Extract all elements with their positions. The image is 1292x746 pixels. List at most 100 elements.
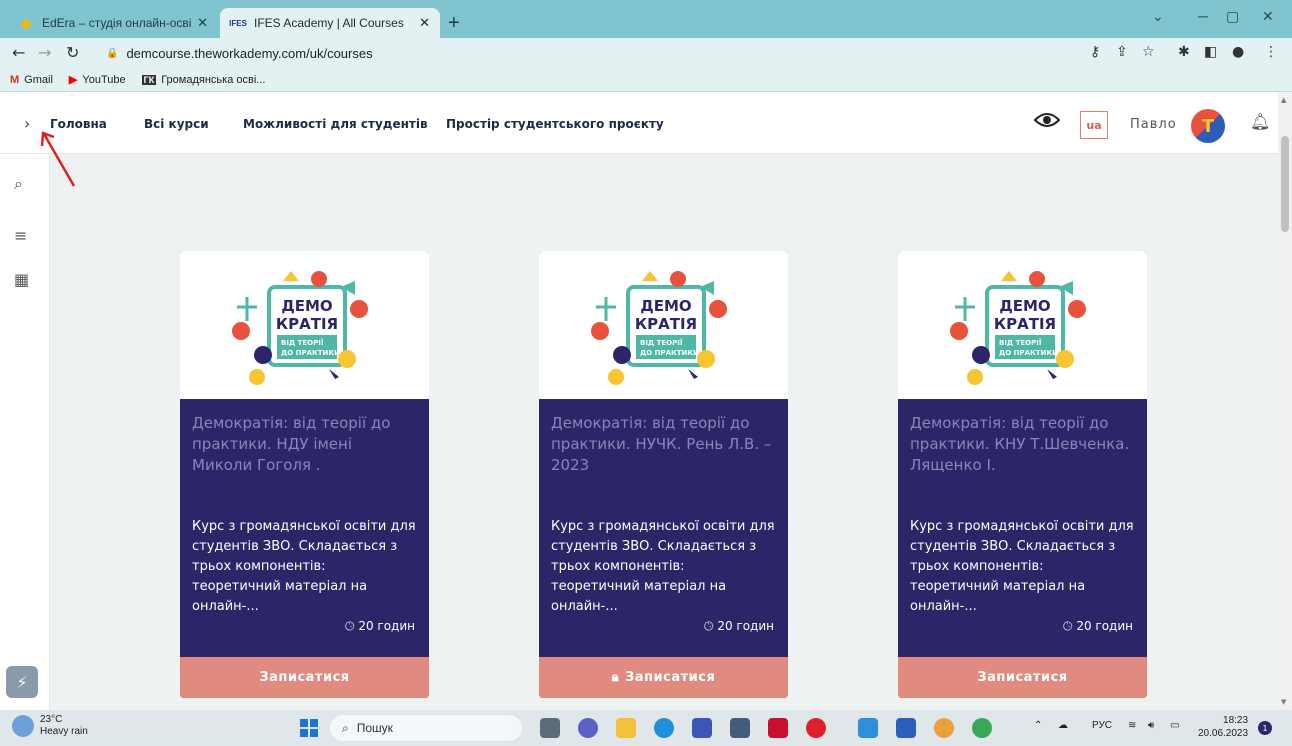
hours-text: 20 годин [717, 619, 774, 633]
avatar[interactable]: T [1191, 109, 1225, 143]
tab-ifes[interactable]: IFES IFES Academy | All Courses ✕ [220, 8, 440, 38]
share-icon[interactable]: ⇪ [1116, 44, 1128, 60]
reload-icon[interactable]: ↻ [66, 43, 79, 62]
task-view-icon[interactable] [540, 718, 560, 738]
cloud-icon[interactable]: ☁ [1058, 720, 1068, 731]
enroll-label: Записатися [625, 670, 716, 685]
chevron-up-icon[interactable]: ⌃ [1034, 720, 1042, 731]
logo-line1: ДЕМО [640, 297, 691, 315]
chevron-right-icon[interactable]: › [24, 114, 30, 133]
bookmarks-bar: M Gmail ▶ YouTube ГК Громадянська осві..… [0, 68, 1292, 92]
course-title[interactable]: Демократія: від теорії до практики. НДУ … [192, 413, 417, 497]
enroll-label: Записатися [259, 670, 350, 685]
clock-icon: 🕓︎ [345, 619, 355, 633]
windows-start-icon[interactable] [300, 719, 318, 737]
minimize-icon[interactable]: ─ [1198, 8, 1208, 24]
enroll-button[interactable]: 🔒︎ Записатися [539, 657, 788, 698]
window-close-icon[interactable]: ✕ [1262, 8, 1274, 25]
close-icon[interactable]: ✕ [197, 15, 208, 31]
sidepanel-icon[interactable]: ◧ [1204, 44, 1217, 60]
course-card[interactable]: ДЕМО КРАТІЯ ВІД ТЕОРІЇ ДО ПРАКТИКИ Демок… [180, 251, 429, 698]
extensions-icon[interactable]: ✱ [1178, 44, 1190, 60]
close-icon[interactable]: ✕ [419, 15, 430, 31]
lock-icon: 🔒︎ [611, 670, 620, 685]
annotation-arrow [40, 131, 76, 187]
hours-text: 20 годин [358, 619, 415, 633]
mcafee-icon[interactable] [768, 718, 788, 738]
scroll-up-icon[interactable]: ▲ [1281, 96, 1286, 104]
forward-icon[interactable]: → [38, 43, 51, 62]
scroll-down-icon[interactable]: ▼ [1281, 698, 1286, 706]
restore-icon[interactable]: ▢ [1226, 8, 1239, 25]
logo-line1: ДЕМО [999, 297, 1050, 315]
nav-all-courses[interactable]: Всі курси [144, 117, 209, 131]
user-name[interactable]: Павло [1130, 117, 1177, 132]
wifi-icon[interactable]: ≋ [1128, 720, 1136, 731]
opera-icon[interactable] [806, 718, 826, 738]
logo-line3: ВІД ТЕОРІЇ [999, 338, 1042, 347]
store-icon[interactable] [730, 718, 750, 738]
enroll-button[interactable]: Записатися [898, 657, 1147, 698]
nav-student-project[interactable]: Простір студентського проєкту [446, 117, 664, 131]
notification-badge[interactable]: 1 [1258, 721, 1272, 735]
search-icon[interactable]: ⌕ [14, 174, 23, 194]
edge-icon[interactable] [654, 718, 674, 738]
logo-line2: КРАТІЯ [993, 315, 1055, 333]
enroll-button[interactable]: Записатися [180, 657, 429, 698]
course-thumbnail: ДЕМО КРАТІЯ ВІД ТЕОРІЇ ДО ПРАКТИКИ [180, 251, 429, 399]
scrollbar[interactable]: ▲ ▼ [1278, 92, 1292, 710]
eye-icon[interactable] [1034, 110, 1060, 130]
word-icon[interactable] [896, 718, 916, 738]
course-card-body: Демократія: від теорії до практики. КНУ … [898, 399, 1147, 657]
bookmark-gmail[interactable]: M Gmail [10, 74, 53, 86]
back-icon[interactable]: ← [12, 43, 25, 62]
course-card-body: Демократія: від теорії до практики. НУЧК… [539, 399, 788, 657]
url-field[interactable]: 🔒 demcourse.theworkademy.com/uk/courses [96, 41, 1166, 65]
clock-icon: 🕓︎ [1063, 619, 1073, 633]
chrome-profile-icon[interactable] [972, 718, 992, 738]
taskbar-search[interactable]: ⌕ Пошук [330, 715, 522, 741]
file-explorer-icon[interactable] [616, 718, 636, 738]
course-card[interactable]: ДЕМО КРАТІЯ ВІД ТЕОРІЇ ДО ПРАКТИКИ Демок… [539, 251, 788, 698]
logo-line2: КРАТІЯ [634, 315, 696, 333]
app-launcher-icon[interactable]: ⚡ [6, 666, 38, 698]
photos-icon[interactable] [692, 718, 712, 738]
profile-icon[interactable]: ● [1232, 44, 1244, 60]
bookmark-youtube[interactable]: ▶ YouTube [68, 73, 126, 87]
list-view-icon[interactable]: ≡ [14, 226, 27, 245]
menu-icon[interactable]: ⋮ [1264, 44, 1278, 60]
bookmark-civic[interactable]: ГК Громадянська осві... [141, 74, 265, 86]
bookmark-label: YouTube [82, 73, 126, 86]
logo-line3: ВІД ТЕОРІЇ [640, 338, 683, 347]
course-duration: 🕓︎ 20 годин [1063, 619, 1133, 634]
system-clock[interactable]: 18:23 20.06.2023 [1198, 714, 1248, 740]
course-thumbnail: ДЕМО КРАТІЯ ВІД ТЕОРІЇ ДО ПРАКТИКИ [539, 251, 788, 399]
chevron-down-icon[interactable]: ⌄ [1152, 8, 1164, 25]
input-language[interactable]: РУС [1092, 720, 1112, 731]
language-button[interactable]: ua [1080, 111, 1108, 139]
volume-icon[interactable]: 🔊︎ [1148, 720, 1154, 731]
course-card[interactable]: ДЕМО КРАТІЯ ВІД ТЕОРІЇ ДО ПРАКТИКИ Демок… [898, 251, 1147, 698]
key-icon[interactable]: ⚷ [1090, 44, 1100, 60]
chrome-icon[interactable] [934, 718, 954, 738]
screenshot-app-icon[interactable] [858, 718, 878, 738]
course-title[interactable]: Демократія: від теорії до практики. НУЧК… [551, 413, 776, 497]
scrollbar-thumb[interactable] [1281, 136, 1289, 232]
logo-line4: ДО ПРАКТИКИ [281, 349, 340, 357]
ifes-icon: IFES [229, 18, 247, 28]
youtube-icon: ▶ [68, 74, 78, 86]
search-placeholder: Пошук [356, 721, 393, 735]
grid-view-icon[interactable]: ▦ [14, 270, 29, 289]
course-description: Курс з громадянської освіти для студенті… [192, 519, 416, 614]
bell-icon[interactable]: 🔔︎ [1250, 112, 1270, 131]
chat-icon[interactable] [578, 718, 598, 738]
nav-student-opportunities[interactable]: Можливості для студентів [243, 117, 428, 131]
tab-edera[interactable]: ◆ EdEra – студія онлайн-освіти ✕ [8, 8, 218, 38]
star-icon[interactable]: ☆ [1142, 44, 1155, 60]
clock-date: 20.06.2023 [1198, 728, 1249, 739]
weather-widget[interactable]: 23°C Heavy rain [12, 714, 88, 738]
battery-icon[interactable]: ▭ [1170, 720, 1179, 731]
new-tab-button[interactable]: + [448, 12, 460, 35]
ifes-bookmark-icon: ГК [141, 74, 157, 85]
course-title[interactable]: Демократія: від теорії до практики. КНУ … [910, 413, 1135, 497]
